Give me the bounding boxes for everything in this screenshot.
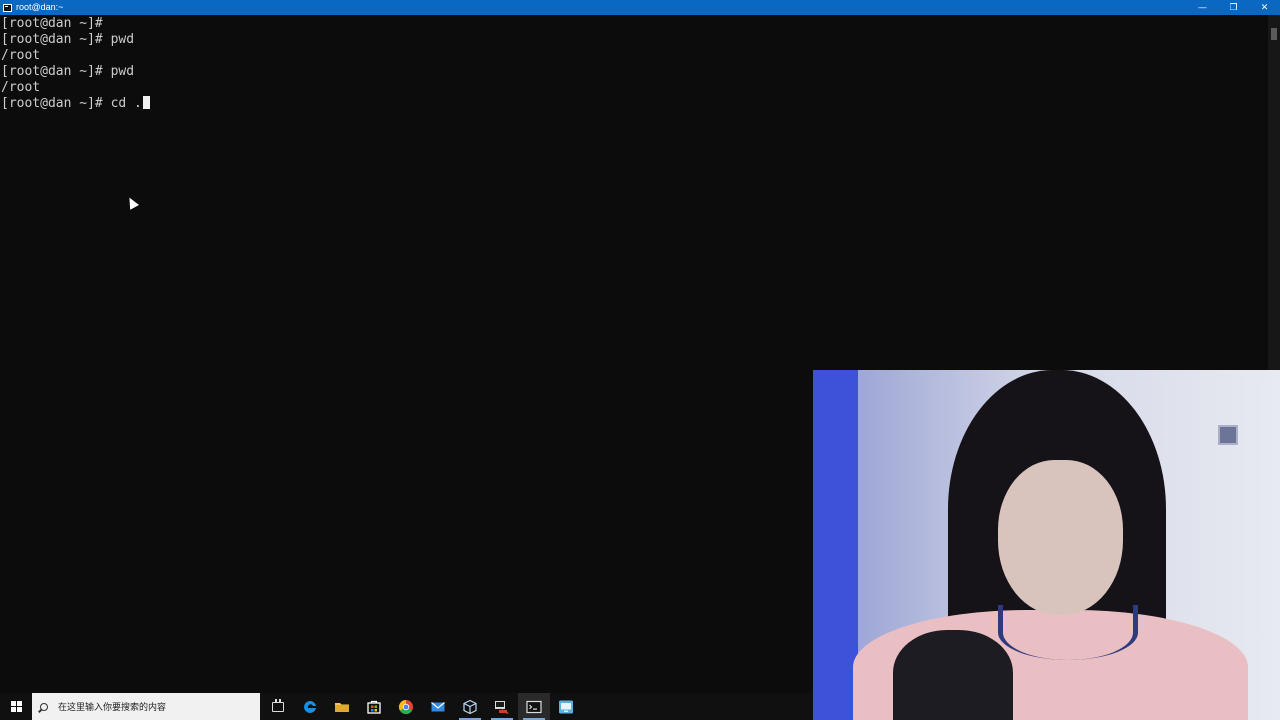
terminal-icon xyxy=(526,700,542,713)
webcam-person-collar xyxy=(998,605,1138,660)
taskbar-app-mail[interactable] xyxy=(422,693,454,720)
taskbar-app-task-view[interactable] xyxy=(262,693,294,720)
scroll-thumb[interactable] xyxy=(1271,28,1277,40)
terminal-line: [root@dan ~]# pwd xyxy=(1,64,135,79)
taskbar-app-terminal[interactable] xyxy=(518,693,550,720)
terminal-line: /root xyxy=(1,80,41,95)
restore-button[interactable]: ❐ xyxy=(1218,0,1249,15)
minimize-button[interactable]: — xyxy=(1187,0,1218,15)
text-cursor xyxy=(142,96,150,109)
taskbar-app-file-explorer[interactable] xyxy=(326,693,358,720)
cube-icon xyxy=(463,699,477,714)
window-controls: — ❐ ✕ xyxy=(1187,0,1280,15)
taskbar-app-virtualbox[interactable] xyxy=(454,693,486,720)
taskbar-app-remote[interactable] xyxy=(550,693,582,720)
start-button[interactable] xyxy=(0,693,32,720)
taskbar-app-chrome[interactable] xyxy=(390,693,422,720)
folder-icon xyxy=(335,702,349,712)
terminal-line: [root@dan ~]# xyxy=(1,16,103,31)
taskbar-search[interactable]: 在这里输入你要搜索的内容 xyxy=(32,693,260,720)
webcam-wall-frame xyxy=(1218,425,1238,445)
taskbar: 在这里输入你要搜索的内容 xyxy=(0,693,813,720)
taskbar-app-edge[interactable] xyxy=(294,693,326,720)
mail-icon xyxy=(431,701,445,711)
terminal-app-icon xyxy=(3,3,12,12)
webcam-person-face xyxy=(998,460,1123,615)
close-button[interactable]: ✕ xyxy=(1249,0,1280,15)
terminal-current-input: [root@dan ~]# cd . xyxy=(1,96,142,111)
remote-desktop-icon xyxy=(559,700,573,713)
window-title: root@dan:~ xyxy=(16,2,64,12)
taskbar-app-store[interactable] xyxy=(358,693,390,720)
terminal-input-line[interactable]: [root@dan ~]# cd . xyxy=(0,96,1268,112)
terminal-line: /root xyxy=(1,48,41,63)
chrome-icon xyxy=(398,699,413,714)
taskbar-app-putty[interactable] xyxy=(486,693,518,720)
webcam-wall-shadow xyxy=(813,370,858,720)
search-icon xyxy=(40,702,48,711)
store-icon xyxy=(367,700,381,714)
terminal-line: [root@dan ~]# pwd xyxy=(1,32,135,47)
webcam-microphone xyxy=(893,630,1013,720)
search-placeholder: 在这里输入你要搜索的内容 xyxy=(58,703,167,713)
putty-icon xyxy=(495,700,509,714)
window-titlebar[interactable]: root@dan:~ — ❐ ✕ xyxy=(0,0,1280,15)
task-view-icon xyxy=(272,698,284,712)
edge-icon xyxy=(304,700,316,713)
taskbar-apps xyxy=(262,693,582,720)
webcam-overlay xyxy=(813,370,1280,720)
windows-logo-icon xyxy=(10,701,22,712)
